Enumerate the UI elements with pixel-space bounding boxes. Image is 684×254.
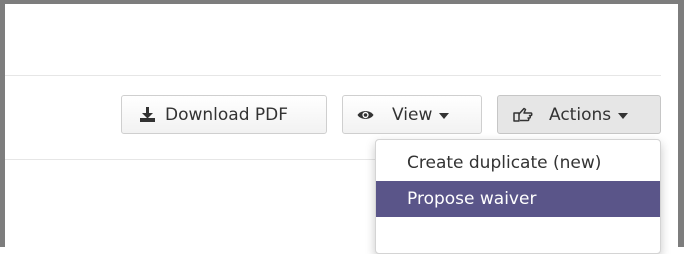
eye-icon [357, 109, 374, 121]
menu-item-label: Propose waiver [407, 189, 537, 209]
chevron-down-icon [618, 112, 629, 119]
download-pdf-label: Download PDF [165, 104, 289, 125]
actions-dropdown-button[interactable]: Actions [497, 95, 661, 134]
download-icon [139, 106, 156, 123]
chevron-down-icon [439, 112, 450, 119]
menu-item-create-duplicate[interactable]: Create duplicate (new) [376, 145, 660, 181]
view-label: View [392, 104, 433, 125]
menu-item-label: Create duplicate (new) [407, 153, 602, 173]
toolbar-divider-bottom [5, 159, 375, 160]
download-pdf-button[interactable]: Download PDF [121, 95, 327, 134]
actions-label: Actions [549, 104, 612, 125]
hand-pointer-icon [513, 107, 533, 123]
toolbar-divider-top [5, 75, 661, 76]
menu-item-propose-waiver[interactable]: Propose waiver [376, 181, 660, 217]
view-dropdown-button[interactable]: View [342, 95, 482, 134]
actions-dropdown-menu: Create duplicate (new) Propose waiver [375, 139, 661, 254]
